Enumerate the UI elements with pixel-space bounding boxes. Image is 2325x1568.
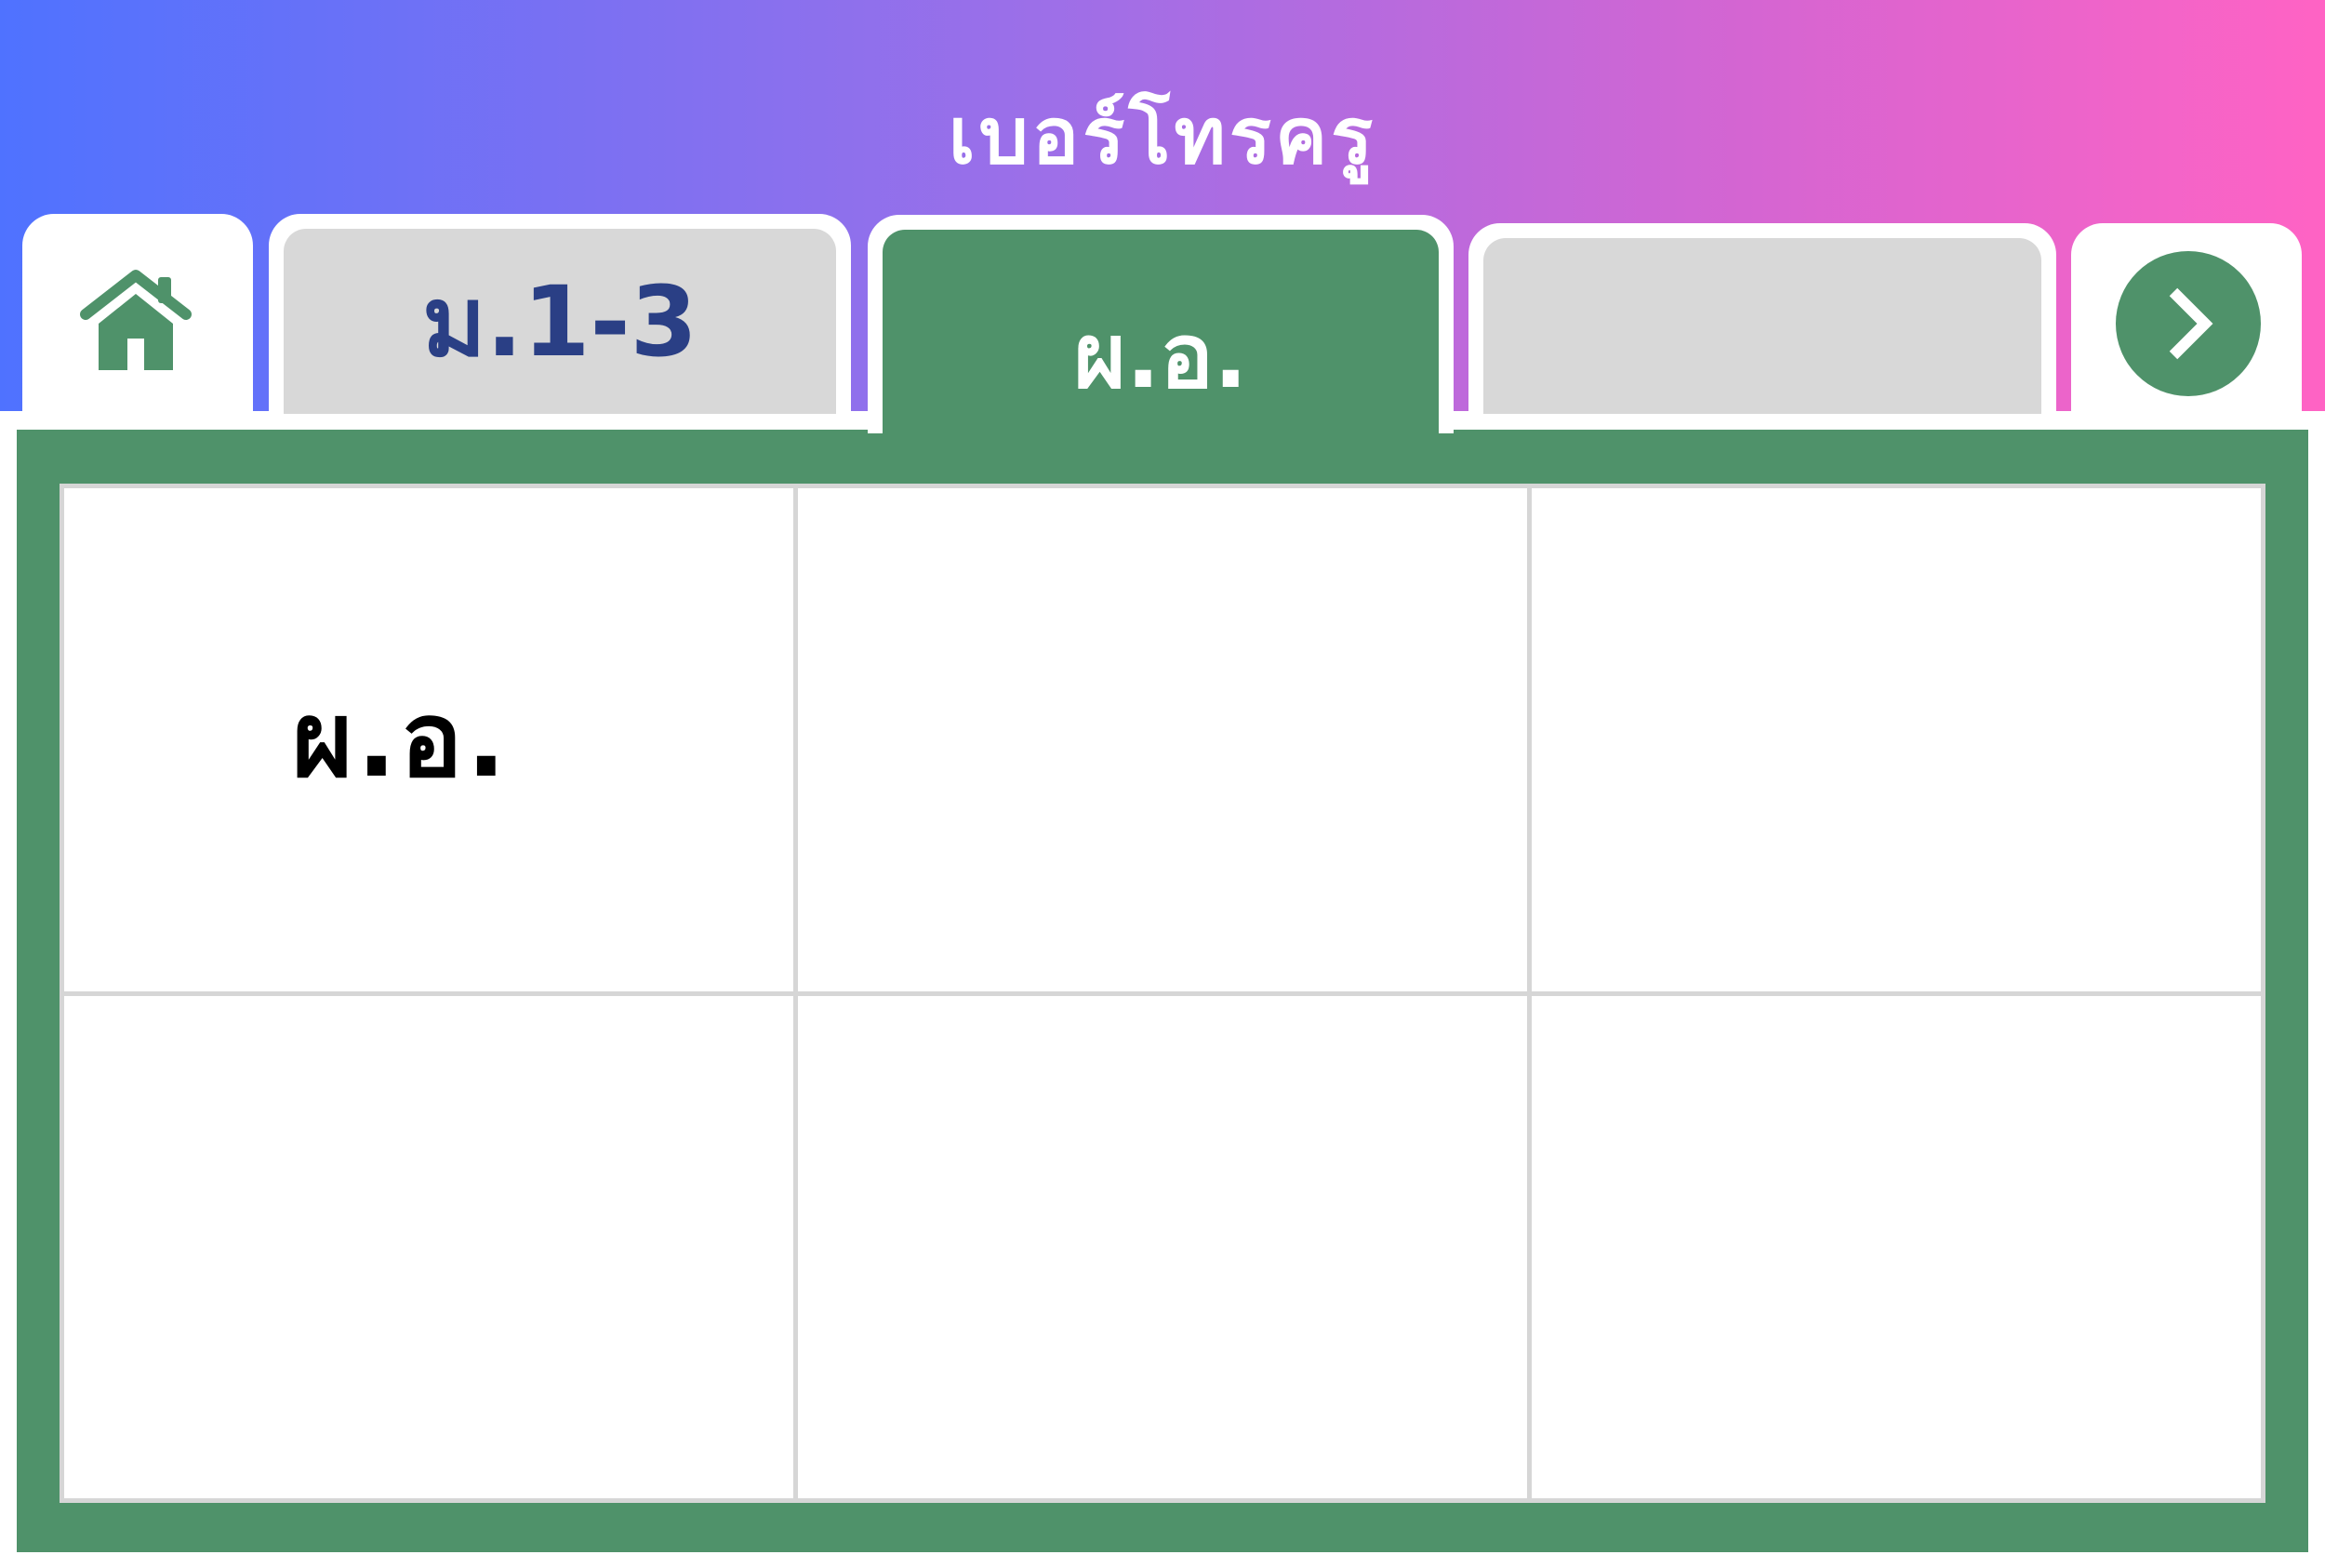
page-title: เบอร์โทรครู bbox=[948, 90, 1377, 181]
next-button[interactable] bbox=[2116, 251, 2261, 396]
tab-m1-3[interactable]: ม.1-3 bbox=[269, 214, 851, 414]
tab-director[interactable]: ผ.อ. bbox=[868, 215, 1454, 433]
grid-cell[interactable] bbox=[798, 995, 1527, 1498]
tab-m1-3-label: ม.1-3 bbox=[284, 229, 836, 414]
content-panel: ผ.อ. bbox=[17, 430, 2308, 1552]
tab-next[interactable] bbox=[2071, 223, 2302, 414]
grid-cell[interactable] bbox=[64, 995, 793, 1498]
grid-cell[interactable] bbox=[1532, 488, 2261, 991]
home-icon bbox=[80, 270, 192, 370]
cell-label: ผ.อ. bbox=[292, 680, 510, 802]
grid-cell[interactable]: ผ.อ. bbox=[64, 488, 793, 991]
grid-cell[interactable] bbox=[1532, 995, 2261, 1498]
tab-director-label: ผ.อ. bbox=[883, 230, 1439, 433]
tab-blank[interactable] bbox=[1468, 223, 2056, 414]
teacher-grid: ผ.อ. bbox=[60, 484, 2265, 1503]
tab-blank-label bbox=[1483, 238, 2041, 414]
chevron-right-icon bbox=[2169, 287, 2213, 360]
grid-cell[interactable] bbox=[798, 488, 1527, 991]
tab-home[interactable] bbox=[22, 214, 253, 414]
